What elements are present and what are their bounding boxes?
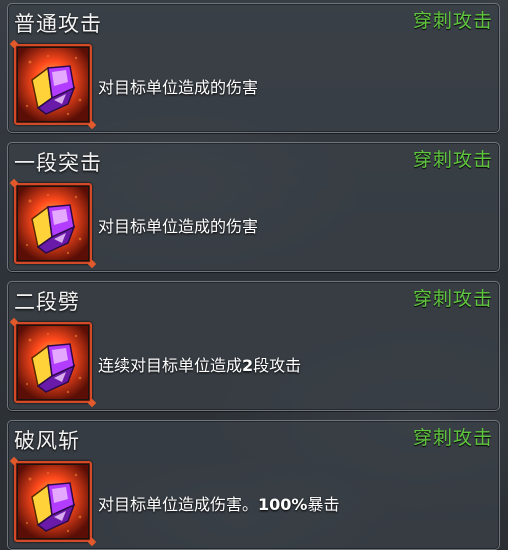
crystal-gauntlet-icon[interactable] [14,461,92,542]
skill-card[interactable]: 破风斩 穿刺攻击 对目标单位造成伤害。100%暴击 [7,420,500,550]
desc-text: 段攻击 [253,356,302,375]
skill-name: 普通攻击 [14,12,102,36]
skill-name: 一段突击 [14,151,102,175]
skill-name: 破风斩 [14,429,80,453]
attack-type-label: 穿刺攻击 [412,149,493,171]
crystal-gauntlet-icon[interactable] [14,183,92,264]
attack-type-label: 穿刺攻击 [412,288,493,310]
skill-description: 对目标单位造成的伤害 [98,213,258,237]
skill-list-panel: 普通攻击 穿刺攻击 对目标单位造成的伤害 一段突击 穿刺攻击 对目标单位造成的伤… [0,0,508,550]
desc-text: 对目标单位造成的伤害 [98,78,259,97]
attack-type-label: 穿刺攻击 [412,10,493,32]
attack-type-label: 穿刺攻击 [412,427,493,449]
skill-name: 二段劈 [14,290,80,314]
crystal-gauntlet-icon[interactable] [14,322,92,403]
skill-card[interactable]: 普通攻击 穿刺攻击 对目标单位造成的伤害 [7,3,500,133]
skill-description: 对目标单位造成伤害。100%暴击 [98,491,339,515]
skill-card[interactable]: 一段突击 穿刺攻击 对目标单位造成的伤害 [7,142,500,272]
crystal-gauntlet-icon-graphic [18,465,88,538]
skill-description: 对目标单位造成的伤害 [98,74,258,98]
desc-text: 对目标单位造成伤害。 [98,495,259,514]
desc-text: 对目标单位造成的伤害 [98,217,259,236]
crystal-gauntlet-icon-graphic [18,48,88,121]
skill-card[interactable]: 二段劈 穿刺攻击 连续对目标单位造成2段攻击 [7,281,500,411]
crystal-gauntlet-icon-graphic [18,187,88,260]
skill-description: 连续对目标单位造成2段攻击 [98,352,301,376]
desc-text: 暴击 [307,495,340,514]
desc-highlight: 2 [242,356,254,375]
desc-highlight: 100% [258,495,308,514]
desc-text: 连续对目标单位造成 [98,356,243,375]
crystal-gauntlet-icon-graphic [18,326,88,399]
crystal-gauntlet-icon[interactable] [14,44,92,125]
